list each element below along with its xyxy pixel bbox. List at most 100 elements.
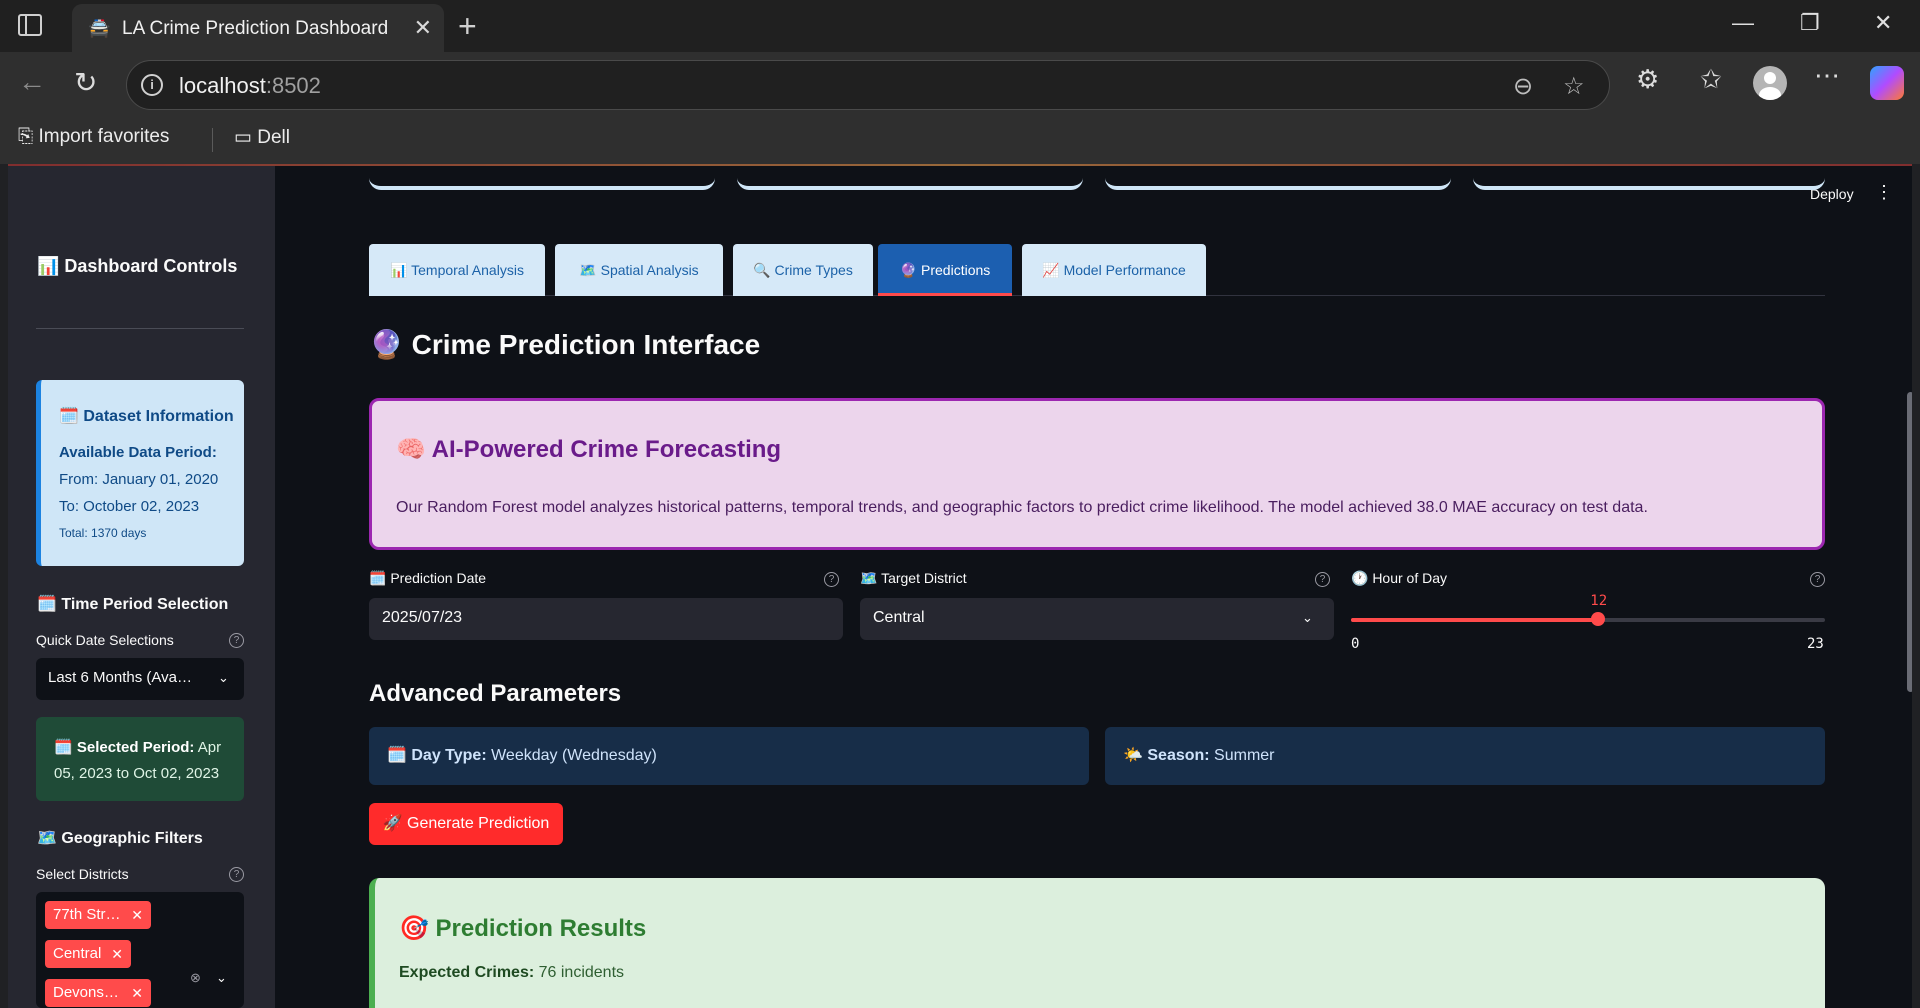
sidebar-title: 📊 Dashboard Controls (37, 256, 238, 276)
forecast-info-card: 🧠 AI-Powered Crime Forecasting Our Rando… (369, 398, 1825, 550)
tab-predictions[interactable]: 🔮 Predictions (878, 244, 1012, 296)
help-icon[interactable]: ? (229, 867, 244, 882)
target-district-label: 🗺️ Target District (860, 570, 967, 586)
district-chip[interactable]: Devons… ✕ (45, 979, 151, 1007)
expected-crimes-text: Expected Crimes: 76 incidents (399, 964, 625, 981)
target-district-value: Central (873, 609, 925, 626)
tab-spatial-analysis[interactable]: 🗺️ Spatial Analysis (555, 244, 723, 296)
more-options-icon[interactable]: ⋯ (1814, 60, 1840, 91)
tab-model-performance[interactable]: 📈 Model Performance (1022, 244, 1206, 296)
period-to: To: October 02, 2023 (59, 498, 200, 515)
copilot-icon[interactable] (1870, 66, 1904, 100)
window-close-icon[interactable]: ✕ (1874, 10, 1892, 36)
back-icon[interactable]: ← (18, 66, 46, 98)
zoom-out-icon[interactable]: ⊖ (1513, 72, 1533, 101)
hour-slider-min: 0 (1351, 636, 1360, 652)
period-total: Total: 1370 days (59, 526, 147, 540)
main-menu-icon[interactable]: ⋮ (1875, 182, 1893, 203)
minimize-icon[interactable]: — (1732, 10, 1754, 36)
metric-card-edge (1473, 166, 1825, 190)
main-scrollbar[interactable] (1905, 166, 1912, 1008)
season-text: 🌤️ Season: Summer (1123, 747, 1275, 764)
prediction-date-input[interactable]: 2025/07/23 (369, 598, 843, 640)
select-districts-label: Select Districts (36, 866, 129, 882)
refresh-icon[interactable]: ↻ (74, 66, 97, 99)
hour-slider-value: 12 (1590, 593, 1608, 609)
hour-slider-thumb[interactable] (1591, 612, 1606, 626)
period-from: From: January 01, 2020 (59, 471, 219, 488)
hour-of-day-label: 🕐 Hour of Day (1351, 570, 1448, 586)
generate-prediction-button[interactable]: 🚀 Generate Prediction (369, 803, 563, 845)
hour-slider-max: 23 (1807, 636, 1824, 652)
page-title: 🔮 Crime Prediction Interface (369, 329, 761, 360)
scrollbar-thumb[interactable] (1907, 392, 1912, 692)
folder-icon: ▭ (234, 127, 258, 148)
dataset-info-card: 🗓️ Dataset Information Available Data Pe… (36, 380, 244, 566)
day-type-text: 🗓️ Day Type: Weekday (Wednesday) (387, 747, 657, 764)
help-icon[interactable]: ? (1810, 572, 1825, 587)
metric-card-edge (369, 166, 715, 190)
remove-chip-icon[interactable]: ✕ (131, 901, 143, 929)
favorites-icon[interactable]: ✩ (1700, 64, 1722, 95)
metric-card-edge (737, 166, 1083, 190)
bookmark-dell[interactable]: ▭ Dell (234, 126, 290, 149)
selected-period-card: 🗓️ Selected Period: Apr 05, 2023 to Oct … (36, 717, 244, 801)
hour-slider-fill (1351, 618, 1599, 622)
tab-favicon-icon: 🚔 (88, 18, 111, 38)
tab-actions-icon[interactable] (18, 14, 42, 36)
address-bar[interactable]: i localhost:8502 ⊖ ☆ (126, 60, 1610, 110)
main-content: Deploy ⋮ 📊 Temporal Analysis 🗺️ Spatial … (275, 166, 1912, 1008)
quick-date-value: Last 6 Months (Ava… (48, 669, 192, 686)
new-tab-icon[interactable]: + (458, 8, 477, 45)
sidebar: 📊 Dashboard Controls 🗓️ Dataset Informat… (8, 166, 275, 1008)
import-icon: ⎘ (18, 126, 39, 147)
extensions-icon[interactable]: ⚙ (1636, 64, 1659, 95)
metric-card-edge (1105, 166, 1451, 190)
help-icon[interactable]: ? (229, 633, 244, 648)
close-tab-icon[interactable]: ✕ (414, 15, 432, 41)
forecast-heading: 🧠 AI-Powered Crime Forecasting (396, 436, 782, 463)
target-district-select[interactable]: Central ⌄ (860, 598, 1334, 640)
chevron-down-icon: ⌄ (1302, 610, 1313, 625)
quick-date-label: Quick Date Selections (36, 632, 174, 648)
dataset-info-heading: 🗓️ Dataset Information (59, 408, 234, 425)
chevron-down-icon[interactable]: ⌄ (216, 970, 227, 986)
geographic-filters-heading: 🗺️ Geographic Filters (37, 830, 203, 847)
clear-all-icon[interactable]: ⊗ (190, 970, 201, 986)
browser-toolbar: ← ↻ i localhost:8502 ⊖ ☆ (0, 52, 1920, 116)
browser-titlebar: 🚔 LA Crime Prediction Dashboard ✕ + — ❐ … (0, 0, 1920, 52)
tab-temporal-analysis[interactable]: 📊 Temporal Analysis (369, 244, 545, 296)
help-icon[interactable]: ? (1315, 572, 1330, 587)
selected-period-text: 🗓️ Selected Period: Apr 05, 2023 to Oct … (54, 739, 222, 782)
time-period-heading: 🗓️ Time Period Selection (37, 596, 229, 613)
remove-chip-icon[interactable]: ✕ (111, 940, 123, 968)
help-icon[interactable]: ? (824, 572, 839, 587)
tab-title: LA Crime Prediction Dashboard (122, 18, 389, 39)
bookmark-import-favorites[interactable]: ⎘ Import favorites (18, 126, 169, 148)
season-card: 🌤️ Season: Summer (1105, 727, 1825, 785)
districts-multiselect[interactable]: 77th Str… ✕ Central ✕ Devons… ✕ ⊗ ⌄ (36, 892, 244, 1008)
tab-crime-types[interactable]: 🔍 Crime Types (733, 244, 873, 296)
quick-date-select[interactable]: Last 6 Months (Ava… ⌄ (36, 658, 244, 700)
advanced-parameters-heading: Advanced Parameters (369, 680, 622, 707)
url-text: localhost:8502 (179, 73, 321, 98)
district-chip[interactable]: 77th Str… ✕ (45, 901, 151, 929)
browser-tab[interactable]: 🚔 LA Crime Prediction Dashboard ✕ (72, 4, 444, 52)
profile-avatar[interactable] (1753, 66, 1787, 100)
tab-bar: 📊 Temporal Analysis 🗺️ Spatial Analysis … (369, 244, 1825, 296)
forecast-description: Our Random Forest model analyzes histori… (396, 499, 1648, 516)
streamlit-app: 📊 Dashboard Controls 🗓️ Dataset Informat… (8, 166, 1912, 1008)
restore-icon[interactable]: ❐ (1800, 10, 1820, 36)
site-info-icon[interactable]: i (141, 74, 163, 96)
prediction-results-card: 🎯 Prediction Results Expected Crimes: 76… (369, 878, 1825, 1008)
bookmarks-bar: ⎘ Import favorites ▭ Dell (0, 116, 1920, 164)
favorite-star-icon[interactable]: ☆ (1563, 72, 1585, 101)
district-chip[interactable]: Central ✕ (45, 940, 131, 968)
sidebar-divider (36, 328, 244, 329)
remove-chip-icon[interactable]: ✕ (131, 979, 143, 1007)
bookmark-divider (212, 128, 213, 152)
chevron-down-icon: ⌄ (218, 670, 229, 685)
prediction-date-label: 🗓️ Prediction Date (369, 570, 487, 586)
prediction-date-value: 2025/07/23 (382, 609, 463, 626)
day-type-card: 🗓️ Day Type: Weekday (Wednesday) (369, 727, 1089, 785)
